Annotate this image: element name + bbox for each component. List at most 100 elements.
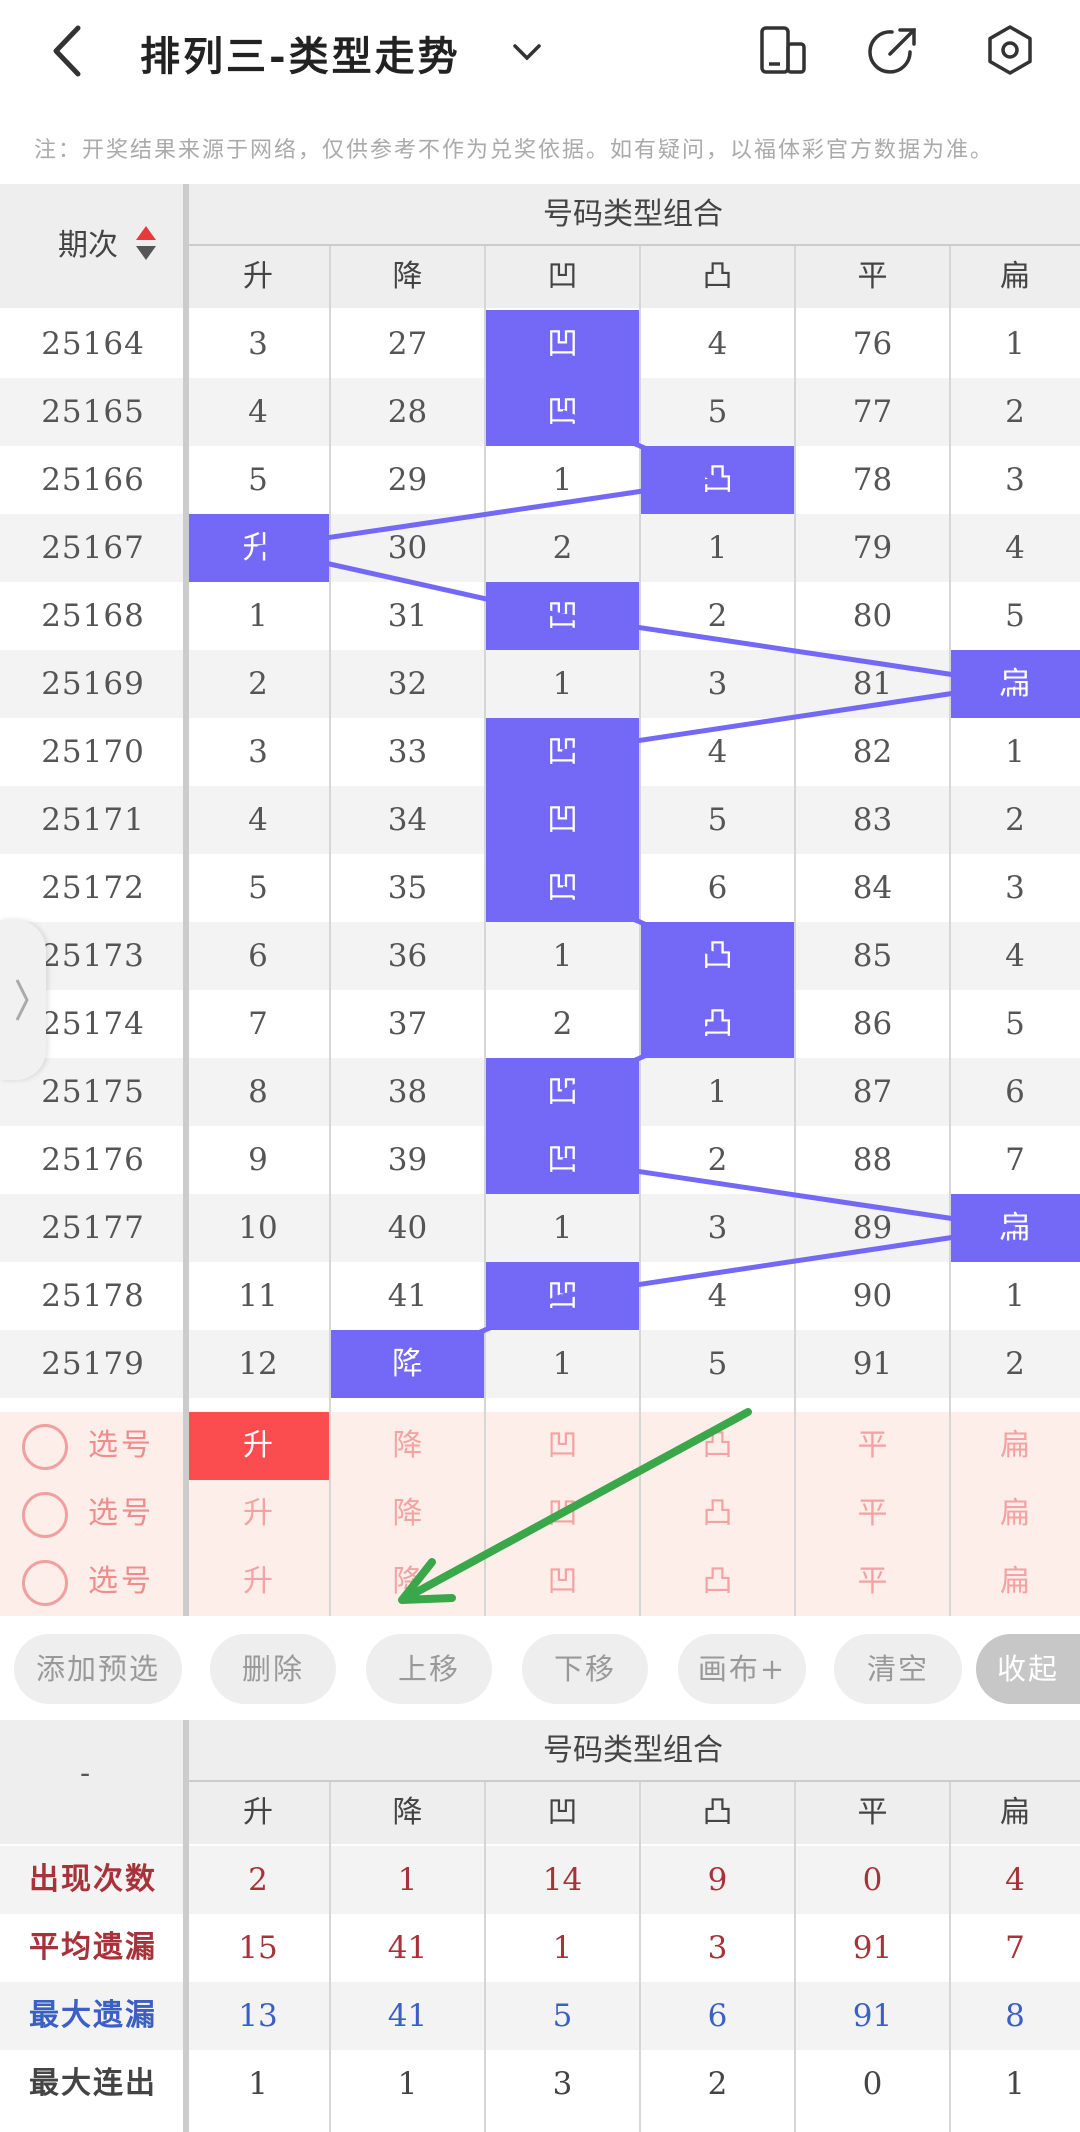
miss-count-cell: 83 (852, 802, 893, 838)
select-option-convex[interactable]: 凸 (640, 1412, 795, 1480)
grid-line (484, 1782, 486, 2132)
hit-cell-concave: 凹 (485, 582, 640, 650)
period-cell: 25172 (41, 870, 145, 906)
miss-count-cell: 88 (852, 1142, 893, 1178)
select-option-flat[interactable]: 平 (795, 1412, 950, 1480)
miss-count-cell: 34 (387, 802, 428, 838)
select-option-concave[interactable]: 凹 (485, 1480, 640, 1548)
miss-count-cell: 4 (707, 1278, 728, 1314)
miss-count-cell: 30 (387, 530, 428, 566)
collapse-button[interactable]: 收起 (976, 1634, 1080, 1704)
back-arrow-icon[interactable] (40, 20, 100, 82)
add-preselect-button[interactable]: 添加预选 (14, 1634, 182, 1704)
selection-row: 选号升降凹凸平扁 (0, 1548, 1080, 1616)
miss-count-cell: 9 (248, 1142, 268, 1178)
page-title[interactable]: 排列三-类型走势 (140, 24, 461, 82)
miss-count-cell: 1 (707, 1074, 728, 1110)
trend-row: 25167 升 30 2 1 79 4 (0, 514, 1080, 582)
select-option-rise[interactable]: 升 (186, 1480, 330, 1548)
select-option-flat2[interactable]: 扁 (950, 1548, 1080, 1616)
phone-layout-icon[interactable] (754, 22, 810, 78)
miss-count-cell: 38 (387, 1074, 428, 1110)
select-radio[interactable] (22, 1492, 68, 1538)
select-radio[interactable] (22, 1560, 68, 1606)
miss-count-cell: 39 (387, 1142, 428, 1178)
miss-count-cell: 37 (387, 1006, 428, 1042)
stats-col-header-convex: 凸 (702, 1795, 733, 1830)
sort-icon[interactable] (134, 224, 158, 264)
miss-count-cell: 5 (1005, 1006, 1025, 1042)
select-label[interactable]: 选号 (88, 1480, 154, 1548)
stat-value-fall: 41 (387, 1930, 428, 1966)
miss-count-cell: 29 (387, 462, 428, 498)
miss-count-cell: 31 (387, 598, 428, 634)
miss-count-cell: 76 (852, 326, 893, 362)
miss-count-cell: 36 (387, 938, 428, 974)
select-option-concave[interactable]: 凹 (485, 1548, 640, 1616)
stat-value-flat: 0 (862, 2066, 883, 2102)
chevron-down-icon[interactable] (505, 30, 549, 74)
stat-value-rise: 13 (238, 1998, 278, 2034)
hit-cell-concave: 凹 (485, 718, 640, 786)
stat-label: 平均遗漏 (29, 1930, 157, 1965)
settings-icon[interactable] (982, 22, 1038, 78)
miss-count-cell: 85 (852, 938, 893, 974)
select-option-flat[interactable]: 平 (795, 1548, 950, 1616)
miss-count-cell: 1 (552, 462, 573, 498)
select-option-concave[interactable]: 凹 (485, 1412, 640, 1480)
miss-count-cell: 7 (248, 1006, 268, 1042)
miss-count-cell: 77 (852, 394, 893, 430)
miss-count-cell: 3 (248, 326, 268, 362)
miss-count-cell: 2 (1005, 802, 1025, 838)
type-group-header: 号码类型组合 (186, 184, 1080, 246)
hit-cell-convex: 凸 (640, 446, 795, 514)
select-option-flat2[interactable]: 扁 (950, 1412, 1080, 1480)
miss-count-cell: 5 (248, 870, 268, 906)
select-option-fall[interactable]: 降 (330, 1480, 485, 1548)
select-option-convex[interactable]: 凸 (640, 1548, 795, 1616)
miss-count-cell: 1 (552, 1210, 573, 1246)
max-streak-row: 最大连出 1 1 3 2 0 1 (0, 2050, 1080, 2118)
miss-count-cell: 4 (248, 394, 268, 430)
miss-count-cell: 32 (387, 666, 428, 702)
select-label[interactable]: 选号 (88, 1412, 154, 1480)
miss-count-cell: 2 (1005, 394, 1025, 430)
stat-value-fall: 1 (397, 2066, 418, 2102)
select-option-flat[interactable]: 平 (795, 1480, 950, 1548)
select-option-fall[interactable]: 降 (330, 1412, 485, 1480)
stat-value-flat2: 4 (1005, 1862, 1025, 1898)
miss-count-cell: 28 (387, 394, 428, 430)
select-option-fall[interactable]: 降 (330, 1548, 485, 1616)
select-radio[interactable] (22, 1424, 68, 1470)
period-cell: 25167 (41, 530, 145, 566)
canvas-plus-button[interactable]: 画布+ (678, 1634, 806, 1704)
select-label[interactable]: 选号 (88, 1548, 154, 1616)
select-option-rise[interactable]: 升 (186, 1548, 330, 1616)
stat-value-convex: 2 (707, 2066, 728, 2102)
stats-column-divider (183, 1720, 189, 2132)
miss-count-cell: 1 (248, 598, 268, 634)
side-expand-tab[interactable] (0, 920, 46, 1080)
stats-col-header-fall: 降 (392, 1795, 423, 1830)
move-down-button[interactable]: 下移 (522, 1634, 648, 1704)
miss-count-cell: 3 (707, 1210, 728, 1246)
stats-col-header-rise: 升 (243, 1795, 273, 1830)
select-option-convex[interactable]: 凸 (640, 1480, 795, 1548)
period-header[interactable]: 期次 (58, 220, 118, 264)
select-option-flat2[interactable]: 扁 (950, 1480, 1080, 1548)
delete-button[interactable]: 删除 (210, 1634, 336, 1704)
stat-value-fall: 41 (387, 1998, 428, 2034)
app-header: 排列三-类型走势 (0, 0, 1080, 110)
hit-cell-convex: 凸 (640, 990, 795, 1058)
clear-button[interactable]: 清空 (834, 1634, 962, 1704)
trend-row: 25169 2 32 1 3 81 扁 (0, 650, 1080, 718)
period-cell: 25179 (41, 1346, 145, 1382)
share-icon[interactable] (866, 22, 922, 78)
select-option-rise[interactable]: 升 (186, 1412, 330, 1480)
miss-count-cell: 6 (707, 870, 728, 906)
move-up-button[interactable]: 上移 (366, 1634, 492, 1704)
period-cell: 25170 (41, 734, 145, 770)
hit-cell-flat2: 扁 (950, 1194, 1080, 1262)
miss-count-cell: 5 (248, 462, 268, 498)
period-cell: 25166 (41, 462, 145, 498)
